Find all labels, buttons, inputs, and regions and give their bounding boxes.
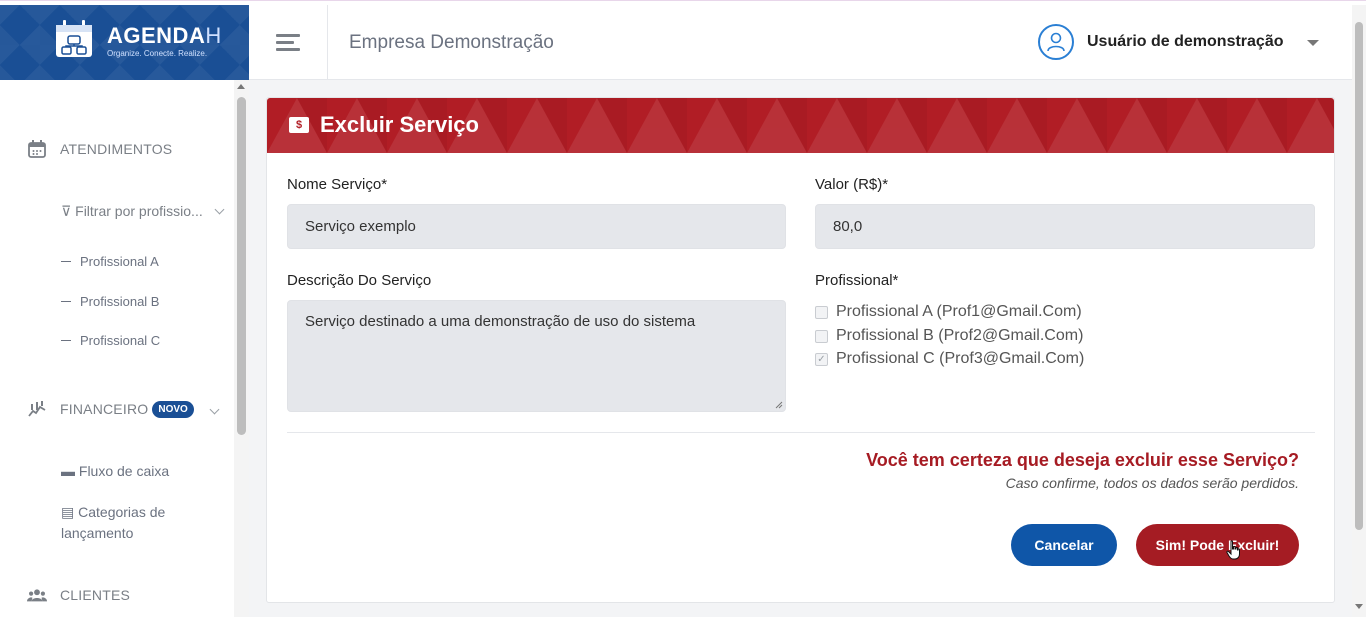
checkbox[interactable]: [815, 305, 828, 319]
chevron-down-icon[interactable]: [209, 404, 220, 415]
sidebar-item-label: Profissional B: [80, 294, 160, 309]
filter-icon: ⊽: [61, 203, 72, 219]
chart-icon: [27, 399, 47, 419]
description-value: Serviço destinado a uma demonstração de …: [305, 313, 696, 330]
sidebar-item-fluxo-caixa[interactable]: ▬ Fluxo de caixa: [61, 461, 169, 482]
dash-icon: [61, 339, 71, 342]
confirm-delete-button[interactable]: Sim! Pode Excluir!: [1136, 524, 1299, 566]
price-field[interactable]: 80,0: [815, 204, 1315, 249]
filter-label: Filtrar por profissio...: [75, 203, 203, 219]
sidebar-item-financeiro[interactable]: FINANCEIRO NOVO: [27, 399, 194, 419]
professional-option[interactable]: Profissional A (Prof1@Gmail.Com): [815, 303, 1082, 321]
sidebar-item-label: FINANCEIRO: [60, 401, 149, 417]
sidebar-item-label: Categorias de: [78, 504, 166, 520]
card-title: $ Excluir Serviço: [289, 112, 479, 138]
sidebar-item-profissional-c[interactable]: Profissional C: [61, 333, 160, 348]
confirm-question: Você tem certeza que deseja excluir esse…: [866, 450, 1299, 470]
sidebar-item-label: ATENDIMENTOS: [60, 141, 173, 157]
sidebar-item-categorias[interactable]: ▤ Categorias de lançamento: [61, 502, 165, 544]
service-name-field[interactable]: Serviço exemplo: [287, 204, 786, 249]
scroll-down-arrow-icon[interactable]: [1355, 604, 1363, 609]
user-menu[interactable]: Usuário de demonstração: [1038, 24, 1319, 60]
sidebar-item-label: CLIENTES: [60, 587, 131, 603]
sidebar-scrollbar[interactable]: [234, 80, 249, 617]
sidebar-item-label: lançamento: [61, 525, 134, 541]
price-label: Valor (R$)*: [815, 176, 889, 193]
professional-option-label: Profissional B (Prof2@Gmail.Com): [836, 327, 1084, 344]
checkbox-checked[interactable]: ✓: [815, 352, 828, 366]
price-value: 80,0: [833, 218, 863, 235]
professional-option-label: Profissional C (Prof3@Gmail.Com): [836, 350, 1085, 367]
logo[interactable]: AGENDAH Organize. Conecte. Realize.: [0, 5, 249, 80]
brand-name: AGENDAH: [107, 23, 222, 48]
users-icon: [27, 585, 47, 605]
sidebar-item-profissional-a[interactable]: Profissional A: [61, 254, 159, 269]
professional-option-label: Profissional A (Prof1@Gmail.Com): [836, 303, 1082, 320]
chevron-down-icon[interactable]: [1307, 40, 1319, 46]
sidebar-item-clientes[interactable]: CLIENTES: [27, 585, 130, 605]
dash-icon: [61, 300, 71, 303]
user-name: Usuário de demonstração: [1087, 33, 1284, 50]
dash-icon: [61, 260, 71, 263]
top-header: Empresa Demonstração Usuário de demonstr…: [249, 5, 1352, 80]
professional-label: Profissional*: [815, 272, 899, 289]
divider: [287, 432, 1315, 433]
service-name-label: Nome Serviço*: [287, 176, 388, 193]
calendar-icon: [27, 139, 47, 159]
sidebar: ATENDIMENTOS ⊽ Filtrar por profissio... …: [0, 80, 249, 617]
money-icon: $: [289, 117, 309, 133]
confirm-note: Caso confirme, todos os dados serão perd…: [1005, 475, 1299, 491]
calendar-logo-icon: [56, 20, 92, 57]
hand-cursor-icon: [1226, 540, 1240, 560]
card-header: $ Excluir Serviço: [267, 98, 1334, 153]
main-scrollbar[interactable]: [1352, 5, 1366, 617]
scrollbar-thumb[interactable]: [1355, 22, 1363, 530]
new-badge: NOVO: [152, 400, 194, 418]
company-name: Empresa Demonstração: [349, 32, 554, 53]
user-avatar-icon: [1038, 24, 1074, 60]
sidebar-item-label: Fluxo de caixa: [78, 463, 170, 479]
filter-professional-dropdown[interactable]: ⊽ Filtrar por profissio...: [61, 203, 203, 220]
delete-service-card: $ Excluir Serviço Nome Serviço* Serviço …: [266, 97, 1335, 603]
service-name-value: Serviço exemplo: [305, 218, 416, 235]
checkbox[interactable]: [815, 329, 828, 343]
sidebar-item-atendimentos[interactable]: ATENDIMENTOS: [27, 139, 172, 159]
cash-register-icon: ▬: [61, 463, 75, 479]
card-title-text: Excluir Serviço: [320, 112, 479, 137]
sidebar-item-profissional-b[interactable]: Profissional B: [61, 294, 159, 309]
description-label: Descrição Do Serviço: [287, 272, 432, 289]
menu-toggle-button[interactable]: [249, 5, 328, 80]
description-field[interactable]: Serviço destinado a uma demonstração de …: [287, 300, 786, 412]
scrollbar-thumb[interactable]: [237, 97, 246, 435]
document-icon: ▤: [61, 504, 75, 520]
sidebar-item-label: Profissional C: [80, 333, 161, 348]
professional-option[interactable]: ✓ Profissional C (Prof3@Gmail.Com): [815, 350, 1084, 368]
hamburger-icon: [276, 30, 300, 55]
sidebar-item-label: Profissional A: [80, 254, 159, 269]
cancel-button[interactable]: Cancelar: [1011, 524, 1117, 566]
professional-option[interactable]: Profissional B (Prof2@Gmail.Com): [815, 327, 1083, 345]
scroll-up-arrow-icon[interactable]: [237, 84, 245, 89]
brand-tagline: Organize. Conecte. Realize.: [107, 49, 208, 58]
resize-handle-icon[interactable]: [775, 401, 783, 409]
chevron-down-icon[interactable]: [214, 204, 225, 215]
